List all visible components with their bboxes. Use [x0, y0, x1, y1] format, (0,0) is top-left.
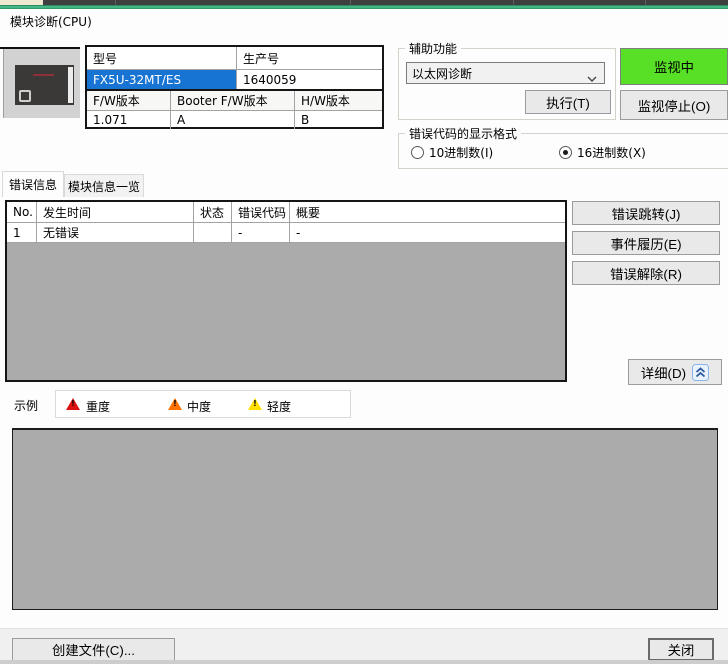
- aux-function-dropdown[interactable]: 以太网诊断: [406, 62, 605, 84]
- model-value-cell[interactable]: FX5U-32MT/ES: [87, 70, 237, 89]
- minor-label: 轻度: [267, 398, 291, 415]
- module-image: [0, 47, 80, 118]
- col-no: No.: [7, 202, 37, 223]
- table-row[interactable]: 1 无错误 - -: [7, 223, 565, 243]
- radio-hex-label: 16进制数(X): [577, 144, 646, 161]
- col-time: 发生时间: [37, 202, 194, 223]
- hw-value-cell: B: [295, 111, 382, 129]
- model-header-cell: 型号: [87, 47, 237, 69]
- fw-value-cell: 1.071: [87, 111, 171, 129]
- monitoring-status-button[interactable]: 监视中: [620, 48, 728, 85]
- chevron-down-icon: [587, 71, 597, 85]
- module-diagnostics-dialog: 模块诊断(CPU) 型号 生产号 FX5U-32MT/ES 1640059 F/…: [0, 0, 728, 664]
- radio-decimal-circle[interactable]: [411, 146, 424, 159]
- col-summary: 概要: [290, 202, 565, 223]
- detail-button[interactable]: 详细(D): [628, 359, 722, 385]
- execute-button[interactable]: 执行(T): [525, 90, 611, 114]
- moderate-label: 中度: [187, 398, 211, 415]
- radio-decimal-label: 10进制数(I): [429, 144, 493, 161]
- monitor-stop-button[interactable]: 监视停止(O): [620, 90, 728, 120]
- severe-warning-mark: !: [66, 396, 80, 408]
- serial-header-cell: 生产号: [237, 47, 382, 69]
- moderate-warning-mark: !: [168, 396, 182, 408]
- format-group-label: 错误代码的显示格式: [405, 125, 521, 142]
- footer-bar: 创建文件(C)... 关闭: [0, 628, 728, 664]
- severe-label: 重度: [86, 398, 110, 415]
- cell-time: 无错误: [37, 223, 194, 243]
- booter-value-cell: A: [171, 111, 295, 129]
- tab-module-info-list[interactable]: 模块信息一览: [64, 174, 144, 197]
- hw-header-cell: H/W版本: [295, 91, 382, 110]
- booter-header-cell: Booter F/W版本: [171, 91, 295, 110]
- col-code: 错误代码: [232, 202, 290, 223]
- plc-red-stripe: [33, 74, 54, 76]
- aux-dropdown-value: 以太网诊断: [412, 65, 472, 82]
- error-jump-button[interactable]: 错误跳转(J): [572, 201, 720, 225]
- fw-header-cell: F/W版本: [87, 91, 171, 110]
- radio-hex-circle[interactable]: [559, 146, 572, 159]
- legend-label: 示例: [14, 397, 38, 414]
- cell-summary: -: [290, 223, 565, 243]
- close-button[interactable]: 关闭: [648, 638, 714, 661]
- cell-code: -: [232, 223, 290, 243]
- serial-value-cell: 1640059: [237, 70, 382, 89]
- error-clear-button[interactable]: 错误解除(R): [572, 261, 720, 285]
- cell-no: 1: [7, 223, 37, 243]
- plc-connector-icon: [19, 90, 31, 102]
- col-status: 状态: [194, 202, 232, 223]
- window-bottom-edge: [0, 660, 728, 664]
- collapse-up-icon: [692, 364, 709, 381]
- event-history-button[interactable]: 事件履历(E): [572, 231, 720, 255]
- monitoring-status-bar: [0, 5, 728, 9]
- detail-panel: [12, 428, 718, 610]
- tab-error-info[interactable]: 错误信息: [2, 171, 64, 197]
- aux-function-group: 辅助功能 以太网诊断 执行(T): [398, 48, 616, 120]
- dialog-title: 模块诊断(CPU): [10, 13, 92, 30]
- error-list-table: No. 发生时间 状态 错误代码 概要 1 无错误 - -: [5, 200, 567, 382]
- plc-terminal-strip: [68, 67, 73, 103]
- error-code-format-group: 错误代码的显示格式 10进制数(I) 16进制数(X): [398, 133, 728, 169]
- detail-button-label: 详细(D): [641, 363, 686, 382]
- radio-decimal[interactable]: 10进制数(I): [411, 144, 493, 161]
- module-info-table: 型号 生产号 FX5U-32MT/ES 1640059 F/W版本 Booter…: [85, 45, 384, 129]
- radio-hex[interactable]: 16进制数(X): [559, 144, 646, 161]
- minor-warning-mark: !: [248, 396, 262, 408]
- module-image-margin: [0, 49, 4, 118]
- aux-group-label: 辅助功能: [405, 40, 461, 57]
- create-file-button[interactable]: 创建文件(C)...: [12, 638, 175, 661]
- cell-status: [194, 223, 232, 243]
- error-table-header: No. 发生时间 状态 错误代码 概要: [7, 202, 565, 223]
- plc-unit-drawing: [15, 65, 74, 105]
- severity-legend: ! 重度 ! 中度 ! 轻度: [55, 390, 351, 418]
